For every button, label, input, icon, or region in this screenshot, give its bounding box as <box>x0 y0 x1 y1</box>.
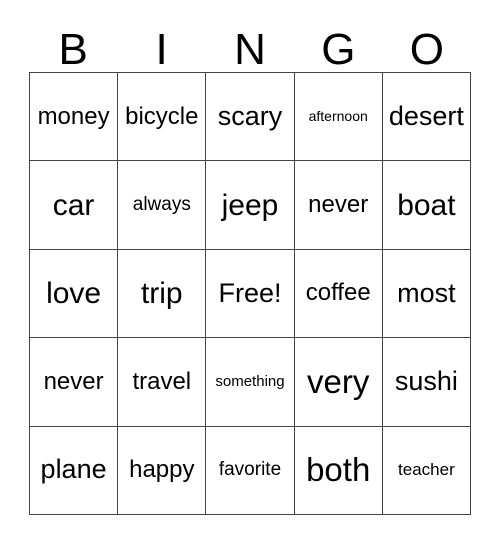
bingo-cell-n4[interactable]: something <box>206 338 295 427</box>
bingo-cell-b2[interactable]: car <box>30 161 119 250</box>
bingo-cell-g5[interactable]: both <box>294 426 383 515</box>
bingo-cell-label: teacher <box>398 459 455 479</box>
bingo-grid: money bicycle scary afternoon desert car… <box>29 72 471 515</box>
bingo-cell-n2[interactable]: jeep <box>206 161 295 250</box>
bingo-cell-free-space[interactable]: Free! <box>206 249 295 339</box>
bingo-cell-o1[interactable]: desert <box>382 73 471 162</box>
bingo-cell-g2[interactable]: never <box>294 161 383 250</box>
header-letter-i: I <box>155 25 168 74</box>
bingo-card: B I N G O money bicycle scary afternoon … <box>0 0 500 544</box>
bingo-cell-b5[interactable]: plane <box>30 426 119 515</box>
header-letter-b: B <box>58 25 88 74</box>
bingo-cell-i5[interactable]: happy <box>118 426 207 515</box>
bingo-cell-label: afternoon <box>308 108 368 124</box>
bingo-cell-b4[interactable]: never <box>30 338 119 427</box>
bingo-cell-g3[interactable]: coffee <box>294 249 383 339</box>
bingo-cell-i2[interactable]: always <box>118 161 207 250</box>
bingo-cell-label: travel <box>132 367 192 395</box>
bingo-cell-g1[interactable]: afternoon <box>294 73 383 162</box>
bingo-cell-label: both <box>306 451 371 489</box>
bingo-free-label: Free! <box>218 277 282 308</box>
bingo-cell-i4[interactable]: travel <box>118 338 207 427</box>
bingo-cell-label: jeep <box>221 188 279 222</box>
bingo-cell-label: bicycle <box>125 102 199 130</box>
bingo-header: B I N G O <box>29 18 471 72</box>
bingo-cell-label: something <box>215 372 285 390</box>
bingo-cell-label: happy <box>129 456 195 484</box>
bingo-cell-o4[interactable]: sushi <box>382 338 471 427</box>
bingo-cell-o3[interactable]: most <box>382 249 471 339</box>
header-letter-g: G <box>321 25 356 74</box>
header-letter-n: N <box>234 25 266 74</box>
bingo-cell-label: love <box>46 276 102 310</box>
bingo-cell-label: plane <box>40 454 107 485</box>
bingo-cell-label: never <box>43 367 104 395</box>
bingo-cell-label: car <box>52 188 95 222</box>
bingo-cell-n1[interactable]: scary <box>206 73 295 162</box>
bingo-cell-label: never <box>308 190 369 218</box>
bingo-cell-b3[interactable]: love <box>30 249 119 339</box>
bingo-cell-label: desert <box>388 100 464 131</box>
bingo-cell-label: trip <box>140 276 183 310</box>
bingo-cell-label: very <box>307 362 370 400</box>
bingo-cell-label: favorite <box>218 458 282 480</box>
bingo-cell-i1[interactable]: bicycle <box>118 73 207 162</box>
bingo-cell-label: most <box>397 277 456 308</box>
bingo-cell-label: boat <box>397 188 456 222</box>
bingo-cell-g4[interactable]: very <box>294 338 383 427</box>
bingo-cell-o5[interactable]: teacher <box>382 426 471 515</box>
bingo-cell-label: money <box>37 102 110 130</box>
bingo-cell-label: sushi <box>394 366 458 397</box>
bingo-cell-label: coffee <box>305 279 371 307</box>
bingo-cell-o2[interactable]: boat <box>382 161 471 250</box>
bingo-cell-label: always <box>132 193 191 215</box>
bingo-cell-i3[interactable]: trip <box>118 249 207 339</box>
bingo-cell-n5[interactable]: favorite <box>206 426 295 515</box>
header-letter-o: O <box>409 25 444 74</box>
bingo-cell-b1[interactable]: money <box>30 73 119 162</box>
bingo-cell-label: scary <box>217 100 283 131</box>
